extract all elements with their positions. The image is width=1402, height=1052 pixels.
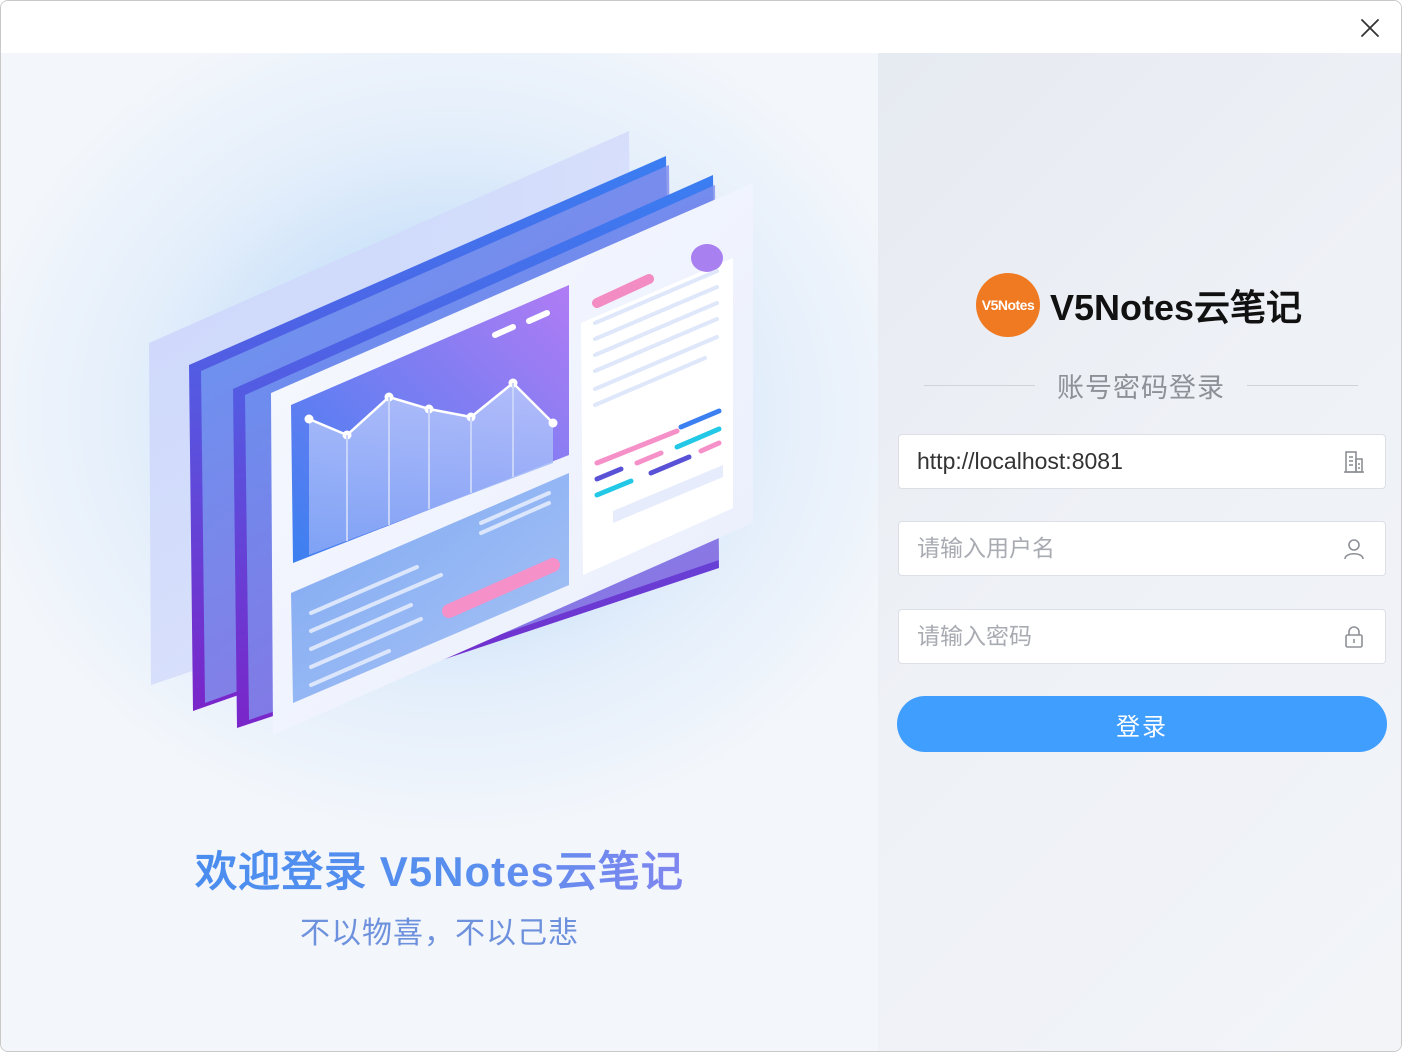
password-field [898, 609, 1386, 664]
divider-line-left [924, 384, 1035, 386]
brand: V5Notes V5Notes云笔记 [976, 273, 1302, 337]
username-field [898, 521, 1386, 576]
close-button[interactable] [1357, 15, 1383, 41]
brand-logo: V5Notes [976, 273, 1040, 337]
username-input[interactable] [899, 522, 1329, 575]
building-icon [1344, 451, 1364, 473]
dashboard-illustration [149, 131, 753, 735]
login-window: 欢迎登录 V5Notes云笔记 不以物喜，不以己悲 V5Notes V5Note… [0, 0, 1402, 1052]
server-url-input[interactable] [899, 435, 1329, 488]
welcome-panel: 欢迎登录 V5Notes云笔记 不以物喜，不以己悲 [1, 53, 878, 1051]
server-field [898, 434, 1386, 489]
login-mode-divider: 账号密码登录 [924, 363, 1358, 407]
lock-icon [1345, 626, 1363, 648]
divider-line-right [1247, 384, 1358, 386]
login-panel: V5Notes V5Notes云笔记 账号密码登录 http://localho… [878, 53, 1401, 1051]
welcome-subtitle: 不以物喜，不以己悲 [300, 917, 579, 950]
password-input[interactable] [899, 610, 1329, 663]
login-button[interactable]: 登录 [897, 696, 1387, 752]
brand-name: V5Notes云笔记 [1050, 287, 1303, 328]
close-icon [1361, 19, 1379, 37]
title-bar [1, 1, 1401, 53]
welcome-title: 欢迎登录 V5Notes云笔记 [1, 838, 878, 899]
login-mode-label: 账号密码登录 [1057, 372, 1225, 403]
user-icon [1344, 539, 1364, 560]
